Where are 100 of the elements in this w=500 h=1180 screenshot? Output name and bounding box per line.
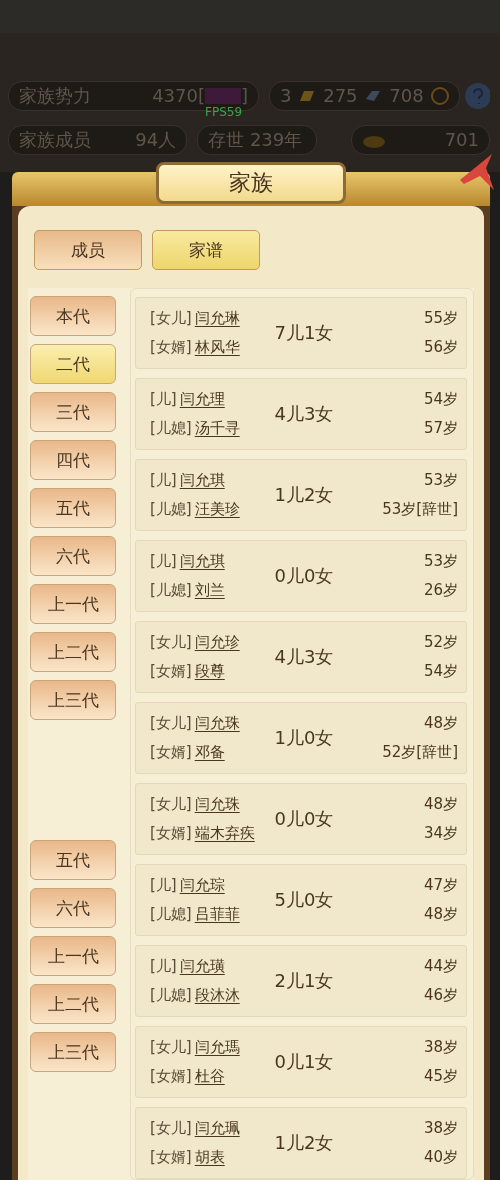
members-value: 94人 <box>135 127 177 152</box>
generation-button[interactable]: 上一代 <box>30 584 116 624</box>
relation-label: [女婿] <box>150 338 192 357</box>
member-name-link[interactable]: 闫允珠 <box>194 714 240 733</box>
age-text: 48岁 <box>423 905 458 924</box>
generation-button[interactable]: 本代 <box>30 296 116 336</box>
relation-label: [儿] <box>150 957 177 976</box>
age-text: 52岁[辞世] <box>382 743 458 762</box>
age-text: 53岁 <box>423 552 458 571</box>
generation-button[interactable]: 四代 <box>30 440 116 480</box>
generation-button[interactable]: 六代 <box>30 888 116 928</box>
age-text: 53岁 <box>423 471 458 490</box>
age-text: 48岁 <box>423 714 458 733</box>
age-text: 57岁 <box>423 419 458 438</box>
age-text: 46岁 <box>423 986 458 1005</box>
member-name-link[interactable]: 吕菲菲 <box>194 905 240 924</box>
age-text: 52岁 <box>423 633 458 652</box>
generation-button[interactable]: 上三代 <box>30 1032 116 1072</box>
age-text: 53岁[辞世] <box>382 500 458 519</box>
coin-icon <box>430 86 449 105</box>
member-name-link[interactable]: 刘兰 <box>194 581 225 600</box>
generation-button[interactable]: 五代 <box>30 488 116 528</box>
member-name-link[interactable]: 汪美珍 <box>194 500 240 519</box>
relation-label: [女婿] <box>150 662 192 681</box>
children-count: 4儿3女 <box>274 645 334 669</box>
fps-counter: FPS59 <box>205 104 243 119</box>
age-text: 48岁 <box>423 795 458 814</box>
children-count: 4儿3女 <box>274 402 334 426</box>
member-name-link[interactable]: 胡表 <box>194 1148 225 1167</box>
generation-button[interactable]: 六代 <box>30 536 116 576</box>
ingot-bar-icon <box>298 88 317 103</box>
children-count: 1儿0女 <box>274 726 334 750</box>
relation-label: [儿] <box>150 471 177 490</box>
age-text: 54岁 <box>423 662 458 681</box>
age-text: 存世 239年 <box>208 127 303 152</box>
member-name-link[interactable]: 端木弃疾 <box>194 824 255 843</box>
age-text: 54岁 <box>423 390 458 409</box>
children-count: 0儿0女 <box>274 564 334 588</box>
children-count: 0儿0女 <box>274 807 334 831</box>
age-text: 34岁 <box>423 824 458 843</box>
generation-button[interactable]: 三代 <box>30 392 116 432</box>
relation-label: [儿媳] <box>150 581 192 600</box>
member-name-link[interactable]: 汤千寻 <box>194 419 240 438</box>
relation-label: [女儿] <box>150 633 192 652</box>
age-text: 38岁 <box>423 1038 458 1057</box>
member-name-link[interactable]: 闫允琪 <box>179 552 225 571</box>
jade-count: 708 <box>389 85 424 107</box>
relation-label: [女儿] <box>150 309 192 328</box>
member-name-link[interactable]: 段尊 <box>194 662 225 681</box>
member-name-link[interactable]: 闫允珠 <box>194 795 240 814</box>
age-text: 56岁 <box>423 338 458 357</box>
children-count: 1儿2女 <box>274 483 334 507</box>
member-name-link[interactable]: 邓备 <box>194 743 225 762</box>
relation-label: [儿] <box>150 390 177 409</box>
generation-button[interactable]: 上三代 <box>30 680 116 720</box>
children-count: 2儿1女 <box>274 969 334 993</box>
members-label: 家族成员 <box>19 127 91 152</box>
relation-label: [女婿] <box>150 824 192 843</box>
generation-button[interactable]: 上二代 <box>30 984 116 1024</box>
age-text: 47岁 <box>423 876 458 895</box>
relation-label: [儿媳] <box>150 986 192 1005</box>
age-text: 44岁 <box>423 957 458 976</box>
relation-label: [女儿] <box>150 795 192 814</box>
member-name-link[interactable]: 林风华 <box>194 338 240 357</box>
member-name-link[interactable]: 闫允璜 <box>179 957 225 976</box>
member-name-link[interactable]: 闫允瑪 <box>194 1038 240 1057</box>
children-count: 7儿1女 <box>274 321 334 345</box>
book-icon <box>364 88 383 103</box>
generation-button[interactable]: 二代 <box>30 344 116 384</box>
generation-button[interactable]: 上二代 <box>30 632 116 672</box>
member-name-link[interactable]: 闫允琮 <box>179 876 225 895</box>
member-name-link[interactable]: 杜谷 <box>194 1067 225 1086</box>
generation-button[interactable]: 五代 <box>30 840 116 880</box>
age-text: 26岁 <box>423 581 458 600</box>
resource-count: 3 <box>280 85 292 107</box>
relation-label: [女婿] <box>150 1067 192 1086</box>
generation-button[interactable]: 上一代 <box>30 936 116 976</box>
scroll-count: 275 <box>323 85 358 107</box>
children-count: 0儿1女 <box>274 1050 334 1074</box>
dialog-title: 家族 <box>156 162 346 204</box>
age-text: 55岁 <box>423 309 458 328</box>
member-name-link[interactable]: 闫允琪 <box>179 471 225 490</box>
bracket-text: ] <box>241 85 249 107</box>
redacted-mark <box>205 87 241 104</box>
age-text: 45岁 <box>423 1067 458 1086</box>
tab[interactable]: 成员 <box>34 230 142 270</box>
member-name-link[interactable]: 闫允琳 <box>194 309 240 328</box>
relation-label: [女婿] <box>150 743 192 762</box>
member-name-link[interactable]: 闫允珮 <box>194 1119 240 1138</box>
member-name-link[interactable]: 闫允珍 <box>194 633 240 652</box>
member-name-link[interactable]: 段沐沐 <box>194 986 240 1005</box>
relation-label: [女儿] <box>150 1038 192 1057</box>
relation-label: [儿] <box>150 876 177 895</box>
tab[interactable]: 家谱 <box>152 230 260 270</box>
member-name-link[interactable]: 闫允理 <box>179 390 225 409</box>
relation-label: [儿媳] <box>150 905 192 924</box>
relation-label: [儿媳] <box>150 500 192 519</box>
relation-label: [儿] <box>150 552 177 571</box>
relation-label: [女儿] <box>150 1119 192 1138</box>
relation-label: [女儿] <box>150 714 192 733</box>
